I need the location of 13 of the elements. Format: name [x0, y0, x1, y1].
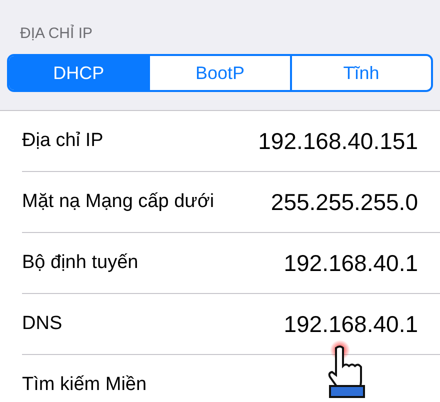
row-label: DNS [22, 312, 62, 336]
segment-tab[interactable]: DHCP [9, 56, 148, 90]
row-label: Địa chỉ IP [22, 128, 104, 153]
segment-tab[interactable]: Tĩnh [290, 56, 431, 90]
row-label: Bộ định tuyến [22, 250, 138, 275]
segment-tab[interactable]: BootP [148, 56, 290, 90]
section-header: ĐỊA CHỈ IP [20, 25, 93, 42]
row-value: 192.168.40.1 [284, 310, 418, 339]
row-label: Tìm kiếm Miền [22, 372, 147, 397]
row-value: 192.168.40.1 [284, 248, 418, 278]
row-value: 255.255.255.0 [270, 188, 418, 217]
row-label: Mặt nạ Mạng cấp dưới [22, 190, 214, 214]
row-value: 192.168.40.151 [258, 126, 418, 156]
